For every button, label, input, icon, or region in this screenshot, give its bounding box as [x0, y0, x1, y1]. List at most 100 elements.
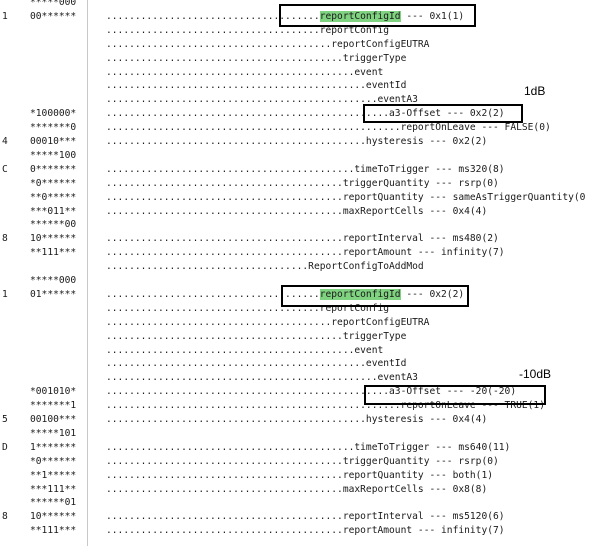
- tree-row[interactable]: ........................................…: [0, 344, 607, 358]
- tree-row[interactable]: ........................................…: [0, 330, 607, 344]
- indent-dots: .......................................: [106, 316, 332, 328]
- field-label: triggerType: [342, 52, 407, 64]
- tree-node: ........................................…: [106, 413, 487, 427]
- indent-dots: ........................................…: [106, 455, 343, 467]
- tree-node: ........................................…: [106, 510, 505, 524]
- indent-dots: ........................................…: [106, 66, 355, 78]
- tree-node: ........................................…: [106, 191, 585, 205]
- bit-mask: *****101: [30, 427, 77, 439]
- indent-dots: .......................................: [106, 38, 332, 50]
- tree-row[interactable]: 8 10******...............................…: [0, 510, 607, 524]
- field-label: reportInterval --- ms480(2): [342, 233, 499, 245]
- tree-row[interactable]: **111***................................…: [0, 246, 607, 260]
- tree-node: ........................................…: [106, 344, 383, 358]
- field-label: hysteresis --- 0x2(2): [365, 136, 488, 147]
- highlight-box-reportconfigid-2: [281, 285, 469, 307]
- tree-row[interactable]: 5 00100***...............................…: [0, 413, 607, 427]
- field-label: maxReportCells --- 0x8(8): [342, 483, 488, 495]
- bit-mask: 1*******: [30, 441, 77, 453]
- bit-mask: ***011**: [30, 205, 77, 217]
- tree-node: ........................................…: [106, 163, 505, 177]
- highlight-box-reportconfigid-1: [279, 4, 476, 27]
- bit-mask: **1*****: [30, 469, 77, 481]
- tree-row[interactable]: **1*****................................…: [0, 469, 607, 483]
- tree-row[interactable]: 4 00010***...............................…: [0, 135, 607, 149]
- tree-row[interactable]: 8 10******...............................…: [0, 232, 607, 246]
- bit-mask: *001010*: [30, 386, 77, 398]
- highlight-box-a3-offset-1: [363, 104, 523, 123]
- bit-mask: ******01: [30, 497, 77, 509]
- bit-mask: **111***: [30, 247, 77, 259]
- indent-dots: ........................................…: [106, 414, 366, 425]
- bit-mask: ******00: [30, 219, 77, 231]
- indent-dots: ........................................…: [106, 483, 343, 495]
- tree-row[interactable]: *******0................................…: [0, 121, 607, 135]
- tree-row[interactable]: *0******................................…: [0, 177, 607, 191]
- tree-row[interactable]: **0*****................................…: [0, 191, 607, 205]
- tree-row[interactable]: ******00: [0, 218, 607, 232]
- bit-mask: *****100: [30, 149, 77, 161]
- tree-row[interactable]: ***011**................................…: [0, 205, 607, 219]
- tree-row[interactable]: .......................................r…: [0, 38, 607, 52]
- field-label: event: [354, 66, 384, 78]
- field-label: triggerQuantity --- rsrp(0): [342, 455, 499, 467]
- tree-row[interactable]: ***111**................................…: [0, 483, 607, 497]
- field-label: reportAmount --- infinity(7): [342, 247, 505, 259]
- tree-row[interactable]: **111***................................…: [0, 524, 607, 538]
- bit-mask: 01******: [30, 288, 77, 300]
- indent-dots: ........................................…: [106, 511, 343, 523]
- tree-node: ........................................…: [106, 455, 499, 469]
- tree-row[interactable]: ........................................…: [0, 357, 607, 371]
- tree-row[interactable]: ******01: [0, 496, 607, 510]
- field-label: event: [354, 344, 384, 356]
- indent-dots: ........................................…: [106, 136, 366, 147]
- indent-dots: ........................................…: [106, 122, 401, 134]
- tree-row[interactable]: ........................................…: [0, 52, 607, 66]
- tree-node: ........................................…: [106, 121, 551, 135]
- tree-node: ........................................…: [106, 524, 505, 538]
- field-label: hysteresis --- 0x4(4): [365, 414, 488, 425]
- field-label: eventId: [365, 358, 407, 370]
- tree-row[interactable]: ........................................…: [0, 79, 607, 93]
- tree-node: ...................................Repor…: [106, 260, 424, 274]
- tree-node: ........................................…: [106, 483, 487, 497]
- field-label: ReportConfigToAddMod: [308, 261, 424, 273]
- highlight-box-a3-offset-2: [364, 385, 546, 405]
- tree-row[interactable]: *****100: [0, 149, 607, 163]
- indent-dots: ........................................…: [106, 191, 343, 203]
- indent-dots: ........................................…: [106, 330, 343, 342]
- bit-mask: *****000: [30, 0, 77, 8]
- indent-dots: ........................................…: [106, 358, 366, 370]
- field-label: timeToTrigger --- ms320(8): [354, 163, 505, 175]
- tree-row[interactable]: D 1*******...............................…: [0, 441, 607, 455]
- indent-dots: ...................................: [106, 261, 309, 273]
- indent-dots: ........................................…: [106, 108, 390, 120]
- bit-mask: **111***: [30, 525, 77, 537]
- tree-row[interactable]: *****101: [0, 427, 607, 441]
- bit-mask: *0******: [30, 455, 77, 467]
- annotation-1db: 1dB: [524, 84, 546, 98]
- tree-row[interactable]: ........................................…: [0, 371, 607, 385]
- byte-value: 4: [2, 136, 8, 147]
- field-label: triggerQuantity --- rsrp(0): [342, 177, 499, 189]
- tree-row[interactable]: .......................................r…: [0, 316, 607, 330]
- indent-dots: ........................................…: [106, 177, 343, 189]
- indent-dots: ........................................…: [106, 386, 390, 398]
- tree-row[interactable]: ........................................…: [0, 66, 607, 80]
- indent-dots: ........................................…: [106, 372, 378, 384]
- tree-row[interactable]: C 0*******...............................…: [0, 163, 607, 177]
- bit-mask: *****000: [30, 275, 77, 286]
- indent-dots: ........................................…: [106, 80, 366, 92]
- field-label: maxReportCells --- 0x4(4): [342, 205, 488, 217]
- tree-node: ........................................…: [106, 357, 406, 371]
- tree-node: ........................................…: [106, 177, 499, 191]
- indent-dots: ........................................…: [106, 163, 355, 175]
- bit-mask: *******0: [30, 122, 77, 134]
- bit-mask: 00******: [30, 10, 77, 22]
- bit-mask: 0*******: [30, 163, 77, 175]
- field-label: reportOnLeave --- FALSE(0): [400, 122, 551, 134]
- tree-row[interactable]: *0******................................…: [0, 455, 607, 469]
- field-label: reportQuantity --- both(1): [342, 469, 494, 481]
- indent-dots: ........................................…: [106, 52, 343, 64]
- tree-row[interactable]: ...................................Repor…: [0, 260, 607, 274]
